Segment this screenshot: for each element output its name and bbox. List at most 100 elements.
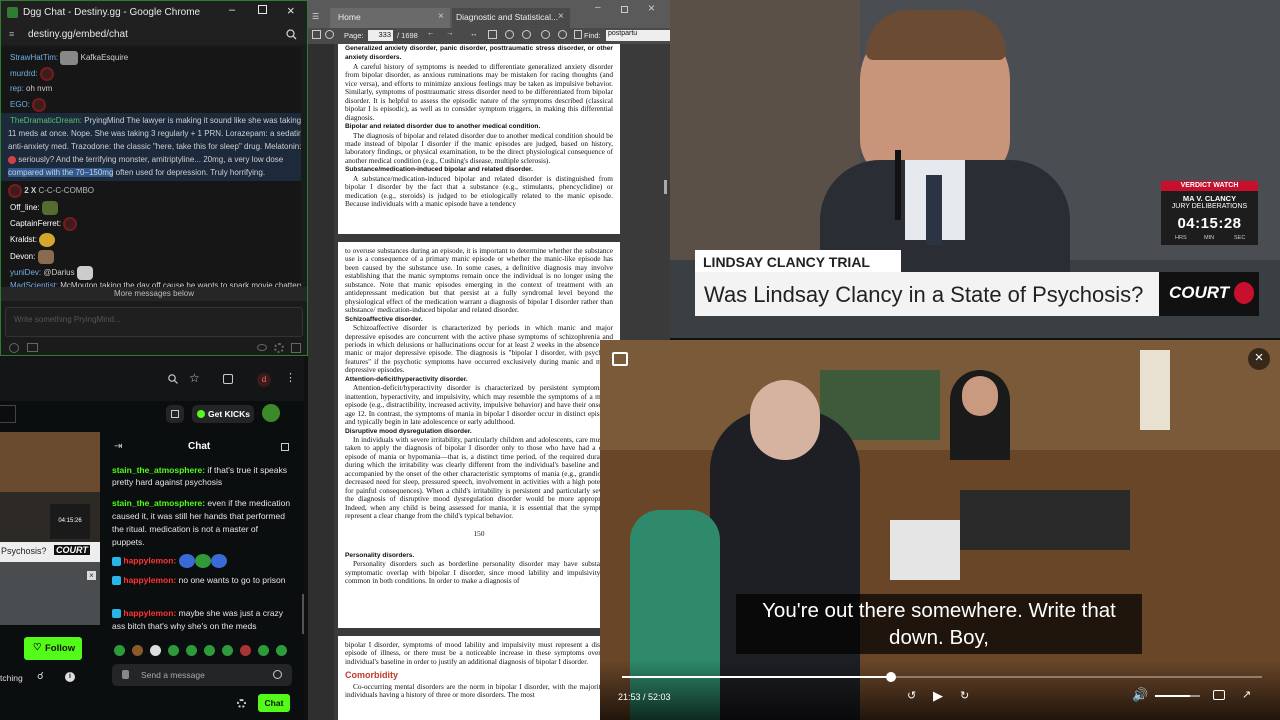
highlighted-message: TheDramaticDream: PryingMind The lawyer …: [1, 113, 301, 181]
pdf-scrollbar[interactable]: [664, 180, 667, 194]
chat-input[interactable]: Write something PryingMind...: [5, 307, 303, 337]
more-messages-banner[interactable]: More messages below: [1, 287, 307, 301]
maximize-icon[interactable]: [258, 5, 267, 14]
emote[interactable]: [258, 645, 269, 656]
fit-width-icon[interactable]: ↔: [470, 29, 478, 38]
chat-username[interactable]: rep:: [10, 84, 24, 93]
chat-username[interactable]: EGO:: [10, 100, 30, 109]
get-kicks-button[interactable]: Get KICKs: [192, 405, 254, 423]
star-icon[interactable]: ☆: [189, 371, 200, 385]
user-avatar[interactable]: [262, 404, 280, 422]
emoji-icon[interactable]: [9, 343, 19, 353]
emote[interactable]: [150, 645, 161, 656]
mini-video-courtroom: [0, 562, 100, 625]
emote[interactable]: [168, 645, 179, 656]
collapse-chat-icon[interactable]: ⇥: [114, 441, 122, 452]
grid-button[interactable]: [166, 405, 184, 423]
prev-page-icon[interactable]: ←: [427, 28, 435, 37]
chat-username[interactable]: Devon:: [10, 252, 35, 261]
menu-icon[interactable]: ⋮: [285, 371, 296, 384]
settings-icon[interactable]: [237, 699, 246, 708]
sidebar-toggle-icon[interactable]: [312, 30, 321, 39]
close-icon[interactable]: ×: [648, 1, 655, 15]
chat-send-button[interactable]: Chat: [258, 694, 290, 712]
tab-close-icon[interactable]: ×: [558, 11, 564, 22]
chat-username[interactable]: Kraldst:: [10, 235, 37, 244]
tab-home[interactable]: Home ×: [330, 8, 450, 28]
share-icon[interactable]: ☌: [37, 671, 44, 682]
captions-icon[interactable]: [1213, 690, 1225, 700]
emote[interactable]: [240, 645, 251, 656]
next-page-icon[interactable]: →: [446, 28, 454, 37]
search-icon[interactable]: [286, 29, 297, 40]
court-tv-video[interactable]: VERDICT WATCH MA V. CLANCY JURY DELIBERA…: [670, 0, 1280, 338]
print-icon[interactable]: [574, 30, 582, 39]
find-input[interactable]: postpartu: [606, 30, 670, 41]
chat-username[interactable]: yuniDev:: [10, 268, 41, 277]
chat-username[interactable]: stain_the_atmosphere:: [112, 498, 205, 508]
chat-username[interactable]: Off_line:: [10, 203, 40, 212]
tab-close-icon[interactable]: ×: [438, 11, 444, 22]
rewind-10-icon[interactable]: ↺: [907, 689, 916, 702]
emoji-icon[interactable]: [273, 670, 282, 679]
close-icon[interactable]: ×: [287, 3, 295, 18]
mini-player[interactable]: 04:15:26 Psychosis? COURT ×: [0, 432, 100, 625]
volume-icon[interactable]: 🔊: [1132, 687, 1148, 703]
profile-avatar[interactable]: d: [257, 373, 271, 387]
volume-slider[interactable]: [1155, 695, 1200, 697]
pip-icon[interactable]: [612, 352, 628, 366]
send-message-input[interactable]: Send a message: [112, 664, 292, 686]
emote[interactable]: [204, 645, 215, 656]
fullscreen-icon[interactable]: ↗: [1242, 688, 1251, 701]
chat-username[interactable]: happylemon:: [123, 555, 176, 565]
eye-icon[interactable]: [257, 344, 267, 351]
fit-page-icon[interactable]: [488, 30, 497, 39]
emote-bar[interactable]: [114, 643, 290, 657]
forward-10-icon[interactable]: ↻: [960, 689, 969, 702]
emote[interactable]: [132, 645, 143, 656]
follow-button[interactable]: ♡ Follow: [24, 637, 82, 660]
chat-username[interactable]: StrawHatTim:: [10, 53, 58, 62]
maximize-icon[interactable]: [621, 6, 628, 13]
highlight-line-1: TheDramaticDream: PryingMind The lawyer …: [10, 116, 301, 125]
chat-username[interactable]: stain_the_atmosphere:: [112, 465, 205, 475]
search-box-edge[interactable]: [0, 405, 16, 423]
rotate-cw-icon[interactable]: [522, 30, 531, 39]
zoom-in-icon[interactable]: [541, 30, 550, 39]
extensions-icon[interactable]: [223, 374, 233, 384]
rotate-ccw-icon[interactable]: [505, 30, 514, 39]
chat-username[interactable]: CaptainFerret:: [10, 219, 61, 228]
tab-document[interactable]: Diagnostic and Statistical... ×: [452, 8, 570, 28]
chat-username[interactable]: happylemon:: [123, 575, 176, 585]
zoom-out-icon[interactable]: [558, 30, 567, 39]
chat-messages[interactable]: StrawHatTim: KafkaEsquire murdrd: rep: o…: [1, 47, 301, 295]
minimize-icon[interactable]: –: [229, 4, 235, 16]
expand-icon[interactable]: [291, 343, 301, 353]
users-icon[interactable]: [27, 343, 38, 352]
emote[interactable]: [186, 645, 197, 656]
seek-bar[interactable]: [622, 672, 1262, 682]
zoom-icon[interactable]: [168, 374, 178, 384]
emote[interactable]: [114, 645, 125, 656]
info-icon[interactable]: i: [65, 672, 75, 682]
site-settings-icon[interactable]: ≡: [9, 29, 14, 39]
chat-users-icon[interactable]: [281, 443, 289, 451]
page-number-input[interactable]: 333: [368, 30, 393, 41]
chat-username[interactable]: TheDramaticDream:: [10, 116, 82, 125]
minimize-icon[interactable]: –: [595, 2, 601, 13]
address-bar[interactable]: ≡ destiny.gg/embed/chat: [1, 25, 307, 45]
play-icon[interactable]: ▶: [933, 688, 943, 704]
caption-box: You're out there somewhere. Write that d…: [736, 594, 1142, 654]
pip-video[interactable]: × You're out there somewhere. Write that…: [600, 340, 1280, 720]
chat-scrollbar[interactable]: [302, 594, 304, 634]
pdf-paragraph: A substance/medication-induced bipolar a…: [345, 173, 613, 209]
chat-username[interactable]: happylemon:: [123, 608, 176, 618]
app-menu-icon[interactable]: ☰: [312, 12, 319, 21]
emote[interactable]: [222, 645, 233, 656]
emote[interactable]: [276, 645, 287, 656]
gear-icon[interactable]: [274, 343, 284, 353]
hand-tool-icon[interactable]: [325, 30, 334, 39]
chat-username[interactable]: murdrd:: [10, 69, 38, 78]
mini-close-icon[interactable]: ×: [87, 571, 96, 580]
close-icon[interactable]: ×: [1248, 348, 1270, 370]
